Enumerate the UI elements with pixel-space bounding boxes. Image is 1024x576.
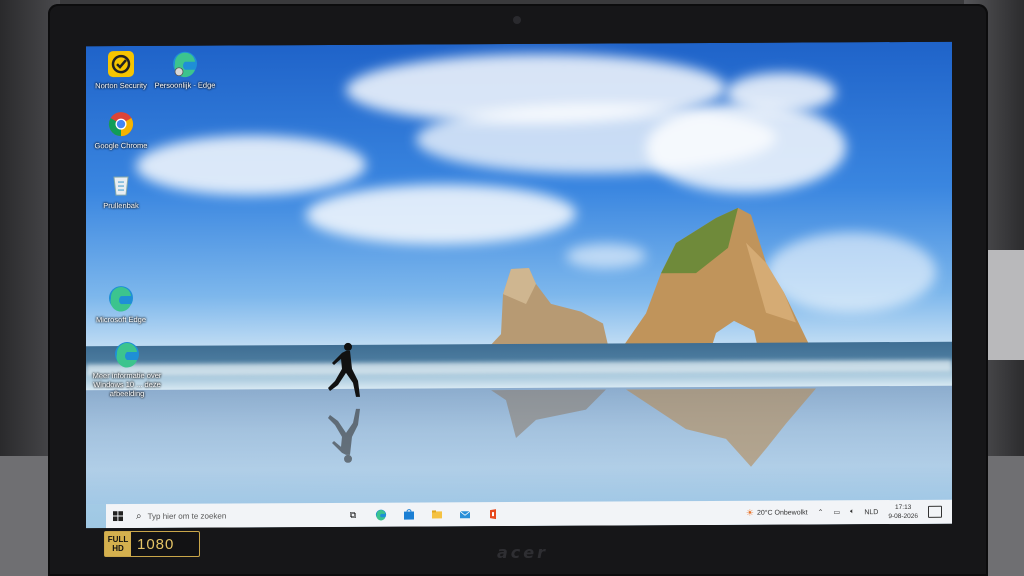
desktop-icon-label: Meer informatie over Windows 10 ... deze…: [92, 370, 162, 399]
system-tray: ☀ 20°C Onbewolkt ⌃ ▭ 🔈︎ NLD 17:13 9-08-2…: [746, 500, 952, 525]
acer-logo: acer: [497, 543, 549, 562]
clock-date: 9-08-2026: [888, 512, 918, 521]
edge-info-icon: [115, 342, 139, 368]
office-icon[interactable]: [486, 507, 500, 521]
network-icon[interactable]: ▭: [834, 508, 841, 516]
desktop-icon-edge-profile[interactable]: Persoonlijk - Edge: [150, 50, 220, 90]
full-hd-sticker: FULL HD 1080: [104, 531, 200, 557]
norton-security-icon: [108, 51, 134, 78]
recycle-bin-icon: [113, 176, 129, 196]
webcam: [513, 16, 521, 24]
clock[interactable]: 17:13 9-08-2026: [888, 503, 918, 521]
desktop-icon-label: Persoonlijk - Edge: [154, 80, 216, 90]
volume-icon[interactable]: 🔈︎: [850, 508, 854, 516]
runner-silhouette: [328, 342, 360, 397]
full-hd-label: FULL HD: [105, 532, 131, 556]
desktop-icon-recycle-bin[interactable]: Prullenbak: [86, 170, 156, 210]
task-view-icon[interactable]: ⧉: [346, 508, 360, 522]
desktop-icon-edge[interactable]: Microsoft Edge: [86, 284, 156, 324]
edge-icon[interactable]: [374, 508, 388, 522]
taskbar-search-box[interactable]: ⌕ Typ hier om te zoeken: [130, 503, 326, 528]
taskbar-apps: ⧉: [346, 507, 500, 522]
resolution-label: 1080: [137, 535, 175, 553]
desktop-icon-edge-info[interactable]: Meer informatie over Windows 10 ... deze…: [92, 340, 162, 398]
small-rock-arch: [486, 267, 609, 351]
clock-time: 17:13: [895, 503, 912, 512]
weather-widget[interactable]: ☀ 20°C Onbewolkt: [746, 507, 808, 518]
mail-icon[interactable]: [458, 507, 472, 521]
background-light-panel: [984, 250, 1024, 360]
taskbar: ⌕ Typ hier om te zoeken ⧉ ☀ 20°C Onbewol…: [106, 499, 952, 529]
large-rock-arch: [621, 207, 811, 350]
tray-overflow-icon[interactable]: ⌃: [818, 508, 824, 516]
chrome-icon: [109, 112, 133, 137]
desktop-icon-label: Google Chrome: [94, 140, 148, 151]
weather-text: 20°C Onbewolkt: [756, 508, 808, 517]
desktop-icon-chrome[interactable]: Google Chrome: [86, 110, 156, 150]
desktop-icon-label: Norton Security: [95, 80, 147, 91]
large-rock-reflection: [626, 388, 816, 467]
windows-logo-icon: [113, 511, 123, 522]
small-rock-reflection: [491, 389, 606, 439]
edge-profile-icon: [173, 51, 197, 78]
search-icon: ⌕: [136, 510, 142, 522]
notification-center-icon[interactable]: [928, 505, 942, 518]
store-icon[interactable]: [402, 508, 416, 522]
weather-icon: ☀: [745, 507, 754, 518]
desktop-icon-label: Microsoft Edge: [95, 314, 147, 325]
desktop-icon-norton[interactable]: Norton Security: [86, 50, 156, 90]
laptop-screen: Norton Security Persoonlijk - Edge Googl…: [86, 41, 952, 529]
runner-reflection: [328, 408, 360, 463]
search-placeholder: Typ hier om te zoeken: [147, 511, 227, 521]
file-explorer-icon[interactable]: [430, 507, 444, 521]
language-indicator[interactable]: NLD: [864, 509, 878, 516]
start-button[interactable]: [106, 504, 130, 528]
edge-icon: [109, 286, 133, 312]
desktop-icon-label: Prullenbak: [103, 200, 139, 211]
